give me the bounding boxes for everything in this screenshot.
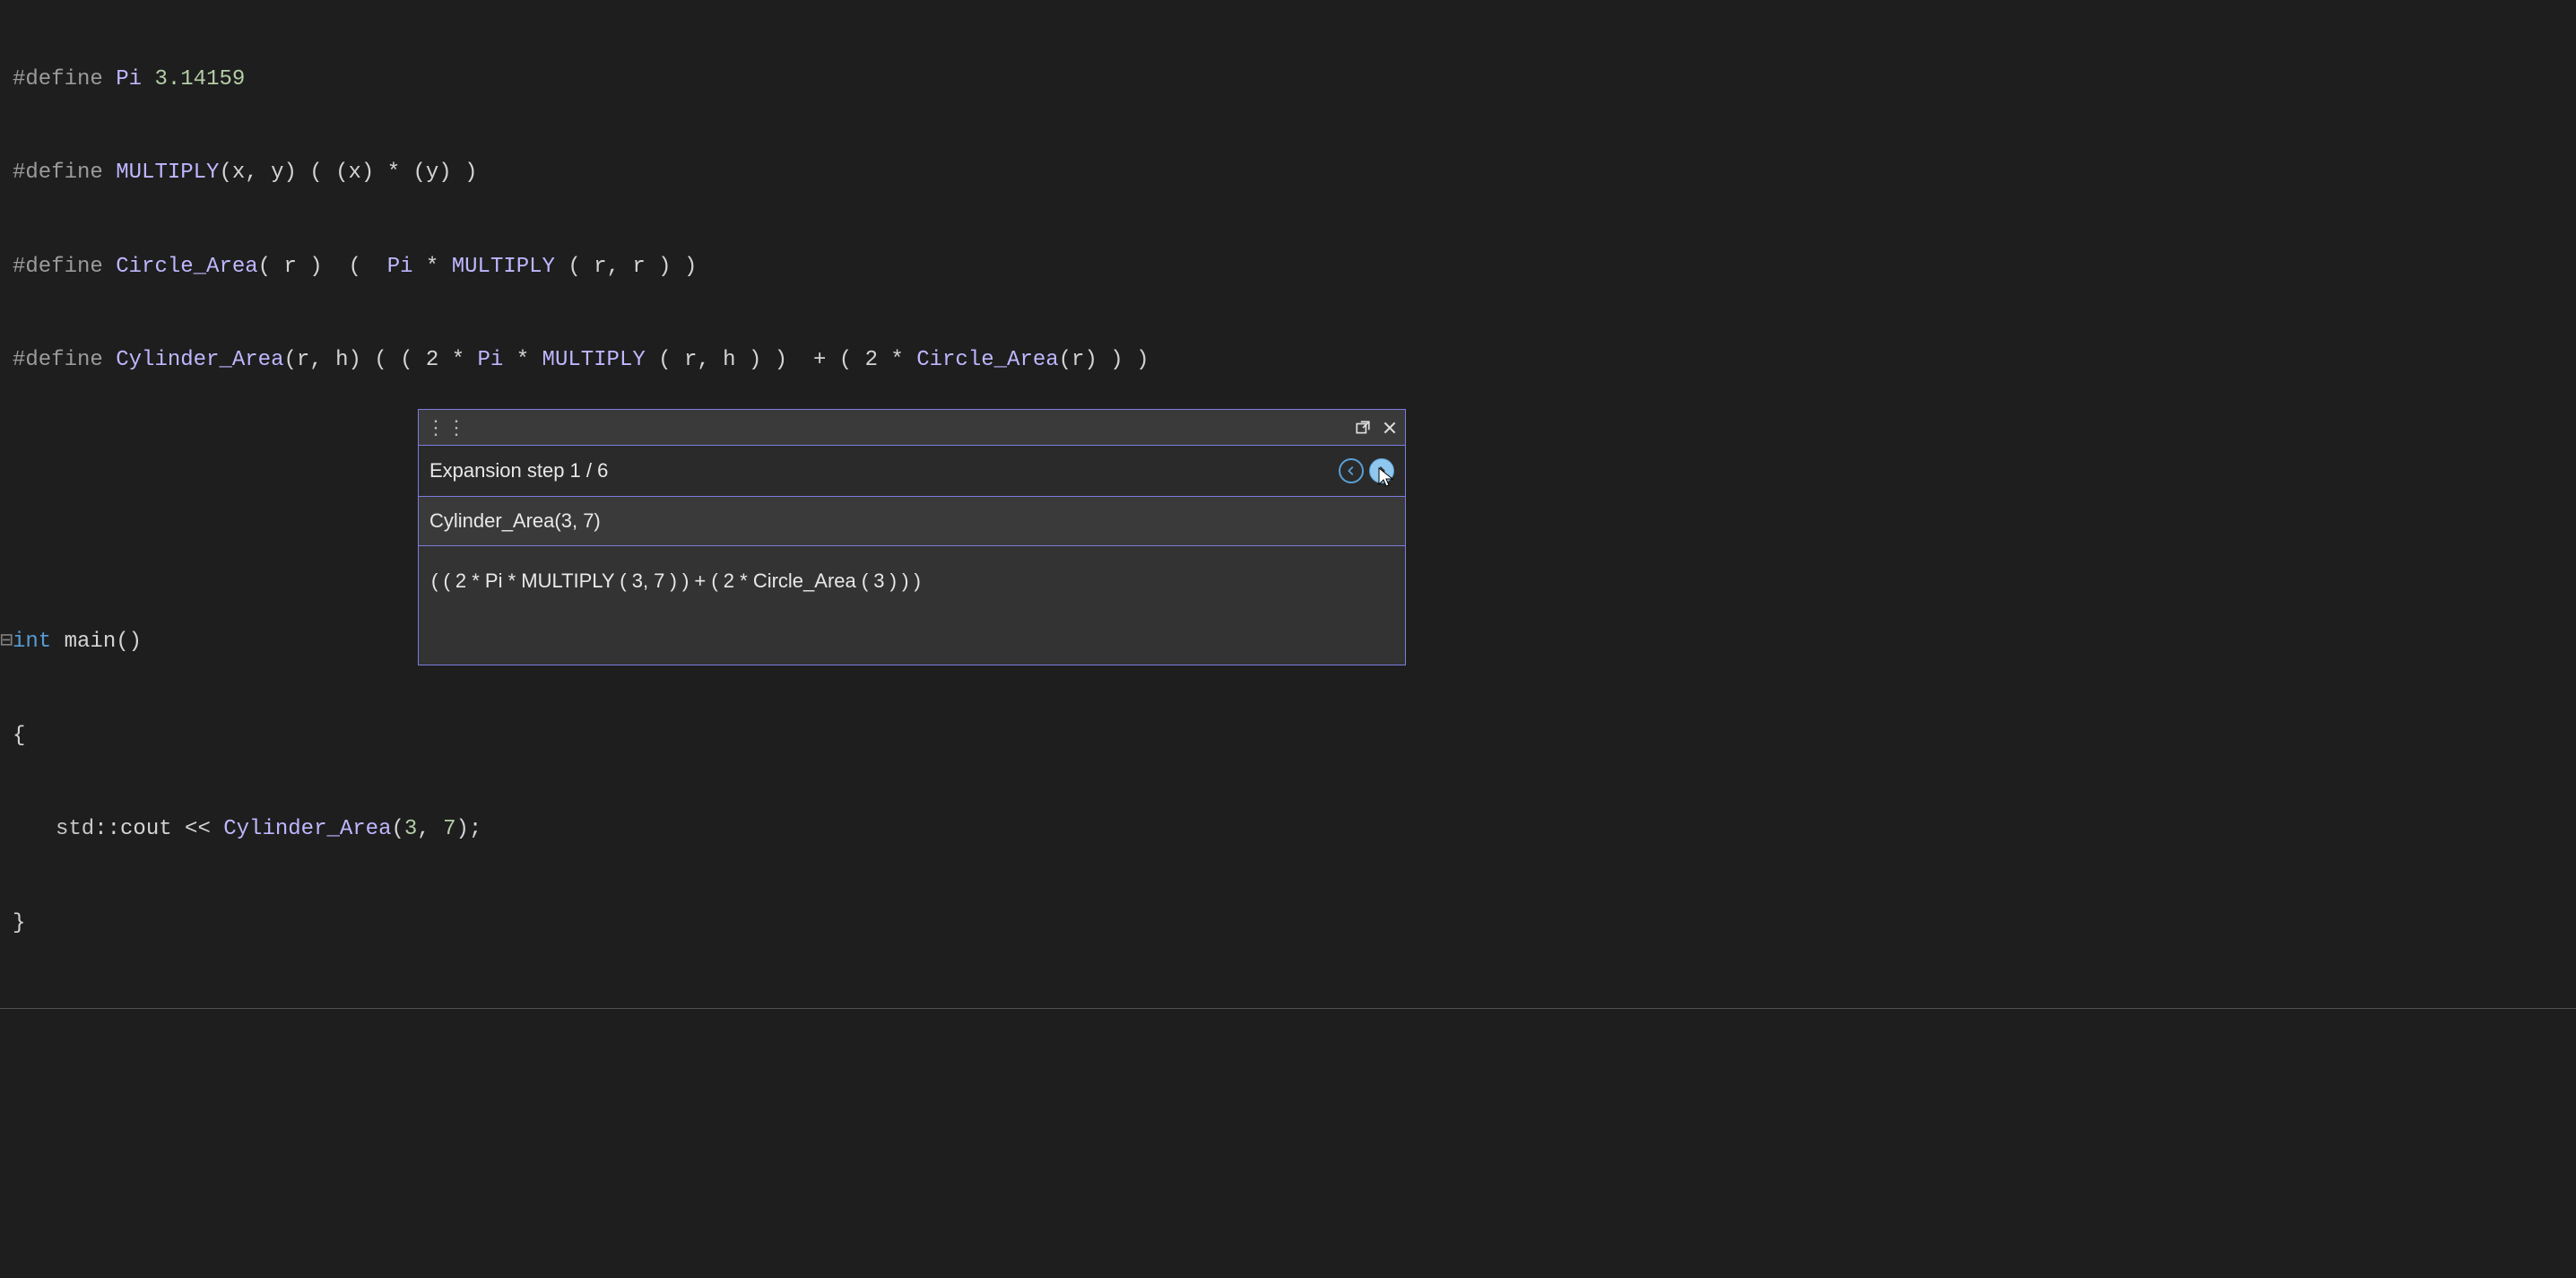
preprocessor-directive: #define xyxy=(13,252,103,283)
macro-ref: MULTIPLY xyxy=(542,345,646,377)
brace: } xyxy=(13,909,25,940)
brace: { xyxy=(13,721,25,752)
number-literal: 7 xyxy=(443,814,455,846)
macro-original: Cylinder_Area(3, 7) xyxy=(419,497,1405,546)
function-name: main xyxy=(51,627,116,658)
expansion-step-label: Expansion step 1 / 6 xyxy=(429,459,608,483)
code-line[interactable]: #define Circle_Area( r ) ( Pi * MULTIPLY… xyxy=(0,252,2576,283)
code-line[interactable]: } xyxy=(0,909,2576,940)
preprocessor-directive: #define xyxy=(13,345,103,377)
number-literal: 3.14159 xyxy=(154,65,245,96)
code-line[interactable]: #define MULTIPLY(x, y) ( (x) * (y) ) xyxy=(0,158,2576,189)
preprocessor-directive: #define xyxy=(13,158,103,189)
macro-body: ( (x) * (y) ) xyxy=(309,158,477,189)
popout-icon[interactable] xyxy=(1353,418,1373,438)
code-line[interactable]: #define Pi 3.14159 xyxy=(0,65,2576,96)
macro-expansion-result: ( ( 2 * Pi * MULTIPLY ( 3, 7 ) ) + ( 2 *… xyxy=(419,546,1405,665)
macro-params: (x, y) xyxy=(219,158,296,189)
macro-name: MULTIPLY xyxy=(116,158,219,189)
macro-ref: MULTIPLY xyxy=(452,252,555,283)
next-step-button[interactable] xyxy=(1369,458,1394,483)
close-icon[interactable] xyxy=(1380,418,1400,438)
macro-call: Cylinder_Area xyxy=(223,814,391,846)
code-line[interactable]: #define Cylinder_Area(r, h) ( ( 2 * Pi *… xyxy=(0,345,2576,377)
macro-name: Cylinder_Area xyxy=(116,345,283,377)
macro-params: ( r ) xyxy=(258,252,323,283)
code-line[interactable]: std::cout << Cylinder_Area(3, 7); xyxy=(0,814,2576,846)
collapse-marker-icon[interactable]: ⊟ xyxy=(0,627,13,658)
preprocessor-directive: #define xyxy=(13,65,103,96)
macro-ref: Pi xyxy=(478,345,504,377)
code-line[interactable]: { xyxy=(0,721,2576,752)
macro-name: Pi xyxy=(116,65,142,96)
prev-step-button[interactable] xyxy=(1339,458,1364,483)
popup-titlebar[interactable]: ⋮⋮ xyxy=(419,410,1405,446)
macro-expansion-popup: ⋮⋮ Expansion step 1 / 6 xyxy=(418,409,1406,665)
number-literal: 3 xyxy=(404,814,417,846)
drag-grip-icon[interactable]: ⋮⋮ xyxy=(424,416,467,439)
editor-divider xyxy=(0,1008,2576,1009)
macro-ref: Pi xyxy=(387,252,413,283)
namespace: std xyxy=(56,814,94,846)
identifier: cout xyxy=(120,814,172,846)
expansion-step-row: Expansion step 1 / 6 xyxy=(419,446,1405,497)
macro-ref: Circle_Area xyxy=(916,345,1058,377)
keyword: int xyxy=(13,627,51,658)
macro-params: (r, h) xyxy=(283,345,360,377)
macro-name: Circle_Area xyxy=(116,252,257,283)
